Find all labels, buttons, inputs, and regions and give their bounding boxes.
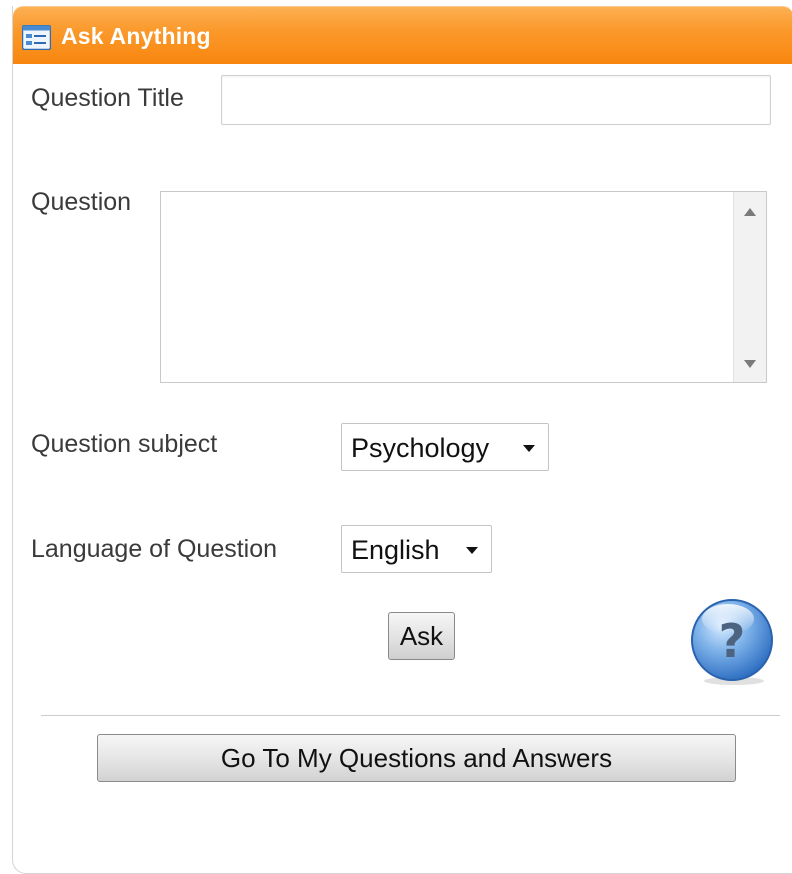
question-subject-value: Psychology — [351, 433, 490, 463]
language-select[interactable]: English — [341, 525, 492, 573]
language-label: Language of Question — [31, 535, 278, 563]
question-label: Question — [31, 188, 132, 216]
language-value: English — [351, 535, 440, 565]
question-mark-icon[interactable]: ? — [688, 597, 776, 687]
question-scrollbar[interactable] — [733, 192, 766, 382]
my-questions-answers-button[interactable]: Go To My Questions and Answers — [97, 734, 736, 782]
form-window-icon — [22, 25, 51, 50]
ask-anything-panel: Ask Anything Question Title Question Que… — [12, 6, 792, 874]
scroll-down-arrow-icon[interactable] — [734, 350, 766, 378]
chevron-down-icon — [466, 547, 478, 554]
question-textarea-box — [160, 191, 767, 383]
scroll-up-arrow-icon[interactable] — [734, 198, 766, 226]
divider — [41, 715, 780, 716]
question-title-label: Question Title — [31, 84, 184, 112]
question-textarea[interactable] — [161, 192, 731, 382]
ask-button[interactable]: Ask — [388, 612, 455, 660]
svg-text:?: ? — [719, 614, 746, 668]
panel-header: Ask Anything — [13, 6, 792, 64]
question-title-input[interactable] — [221, 75, 771, 125]
chevron-down-icon — [523, 445, 535, 452]
question-subject-select[interactable]: Psychology — [341, 423, 549, 471]
question-subject-label: Question subject — [31, 430, 218, 458]
panel-title: Ask Anything — [61, 23, 211, 49]
